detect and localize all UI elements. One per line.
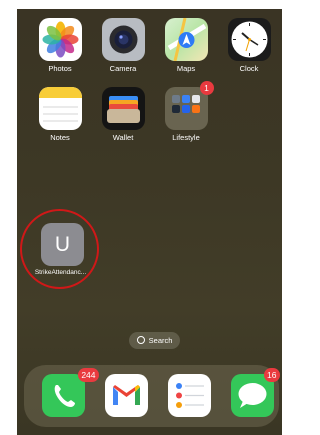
notification-badge: 16 xyxy=(264,368,280,382)
strike-attendance-icon: U xyxy=(41,223,84,266)
app-camera[interactable]: Camera xyxy=(98,18,148,73)
search-icon xyxy=(136,336,145,344)
app-label: Maps xyxy=(176,64,196,73)
messages-icon: 16 xyxy=(230,368,280,417)
app-label: Photos xyxy=(48,64,72,73)
app-label: Wallet xyxy=(112,133,134,142)
phone-icon: 244 xyxy=(41,368,99,417)
folder-lifestyle[interactable]: 1 Lifestyle xyxy=(161,81,214,142)
notes-icon xyxy=(38,87,82,130)
notification-badge: 244 xyxy=(78,368,99,382)
app-label: Camera xyxy=(109,64,137,73)
app-label: Clock xyxy=(239,64,259,73)
app-notes[interactable]: Notes xyxy=(35,87,85,142)
dock-reminders[interactable] xyxy=(164,374,214,417)
dock-messages[interactable]: 16 xyxy=(227,368,280,417)
app-label: Lifestyle xyxy=(172,133,200,142)
dock-phone[interactable]: 244 xyxy=(38,368,99,417)
dock-gmail[interactable] xyxy=(101,374,151,417)
spotlight-search-pill[interactable]: Search xyxy=(129,332,180,349)
app-label: StrikeAttendanc... xyxy=(34,269,87,276)
app-maps[interactable]: Maps xyxy=(161,17,211,73)
clock-icon xyxy=(227,18,271,61)
app-wallet[interactable]: Wallet xyxy=(98,87,148,142)
home-screen: Photos Camera Maps Clock Notes Wallet 1 … xyxy=(17,9,282,435)
reminders-icon xyxy=(167,374,211,417)
search-label: Search xyxy=(148,336,173,345)
camera-icon xyxy=(101,18,145,61)
app-strike-attendance[interactable]: U StrikeAttendanc... xyxy=(35,223,90,276)
folder-icon: 1 xyxy=(164,81,214,130)
app-letter: U xyxy=(54,232,71,256)
app-label: Notes xyxy=(50,133,70,142)
app-photos[interactable]: Photos xyxy=(35,18,85,73)
notification-badge: 1 xyxy=(199,81,214,95)
photos-icon xyxy=(38,18,82,61)
wallet-icon xyxy=(101,87,145,130)
app-clock[interactable]: Clock xyxy=(224,18,274,73)
dock: 244 16 xyxy=(24,365,280,427)
gmail-icon xyxy=(104,374,148,417)
maps-icon xyxy=(164,17,208,62)
